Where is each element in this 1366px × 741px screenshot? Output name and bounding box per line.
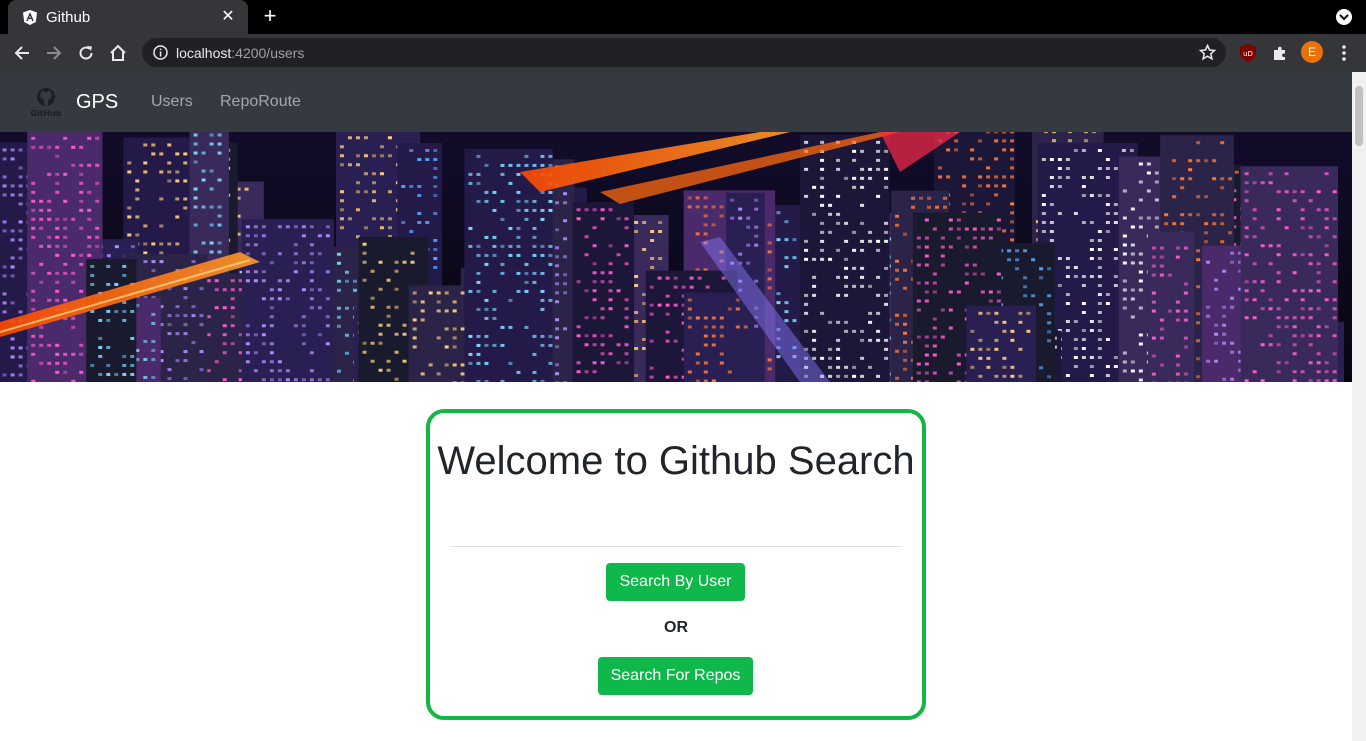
- page-scrollbar[interactable]: [1352, 72, 1366, 741]
- profile-avatar[interactable]: E: [1301, 41, 1323, 63]
- nav-link-reporoute[interactable]: RepoRoute: [220, 92, 301, 112]
- browser-toolbar: localhost:4200/users uD: [0, 34, 1366, 72]
- navbar-brand[interactable]: GPS: [76, 90, 118, 114]
- extensions-puzzle-icon[interactable]: [1269, 42, 1291, 64]
- url-host: localhost: [176, 44, 232, 61]
- card-divider: [450, 546, 902, 547]
- nav-link-users[interactable]: Users: [151, 92, 193, 112]
- angular-favicon-icon: [22, 9, 38, 25]
- reload-icon[interactable]: [73, 40, 99, 66]
- browser-tab[interactable]: Github ✕: [8, 0, 248, 34]
- scrollbar-thumb[interactable]: [1355, 86, 1363, 146]
- github-logo-icon[interactable]: GitHub: [29, 86, 63, 118]
- address-bar[interactable]: localhost:4200/users: [142, 38, 1226, 67]
- page-viewport: GitHub GPS Users RepoRoute Welcome to Gi…: [0, 72, 1352, 741]
- or-separator: OR: [664, 619, 688, 636]
- new-tab-button[interactable]: +: [258, 5, 282, 29]
- site-info-icon[interactable]: [152, 45, 168, 61]
- hero-city-image: [0, 132, 1352, 382]
- search-for-repos-button[interactable]: Search For Repos: [598, 657, 753, 695]
- tab-search-icon[interactable]: [1336, 9, 1352, 25]
- url-text: localhost:4200/users: [176, 45, 304, 61]
- tab-title: Github: [46, 8, 91, 26]
- github-logo-text: GitHub: [30, 109, 62, 118]
- browser-menu-icon[interactable]: [1333, 42, 1355, 64]
- welcome-card: Welcome to Github Search Search By User …: [426, 409, 926, 720]
- svg-text:uD: uD: [1243, 50, 1253, 58]
- tab-close-icon[interactable]: ✕: [218, 7, 238, 27]
- forward-arrow-icon[interactable]: [41, 40, 67, 66]
- ublock-extension-icon[interactable]: uD: [1237, 42, 1259, 64]
- home-icon[interactable]: [105, 40, 131, 66]
- search-by-user-button[interactable]: Search By User: [606, 563, 745, 601]
- url-path: :4200/users: [231, 44, 305, 61]
- back-arrow-icon[interactable]: [9, 40, 35, 66]
- browser-tab-strip: Github ✕ +: [0, 0, 1366, 34]
- bookmark-star-icon[interactable]: [1198, 43, 1217, 61]
- welcome-heading: Welcome to Github Search: [437, 439, 915, 483]
- app-navbar: GitHub GPS Users RepoRoute: [0, 72, 1352, 132]
